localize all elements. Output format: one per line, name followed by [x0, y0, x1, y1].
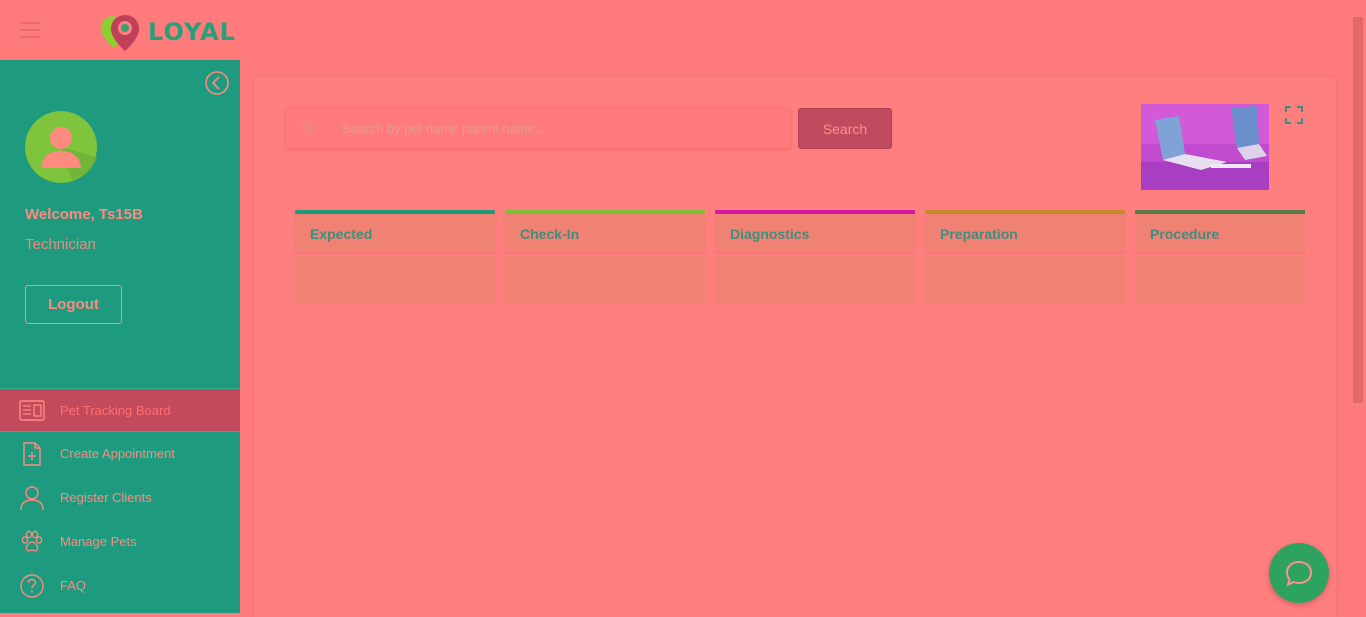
- search-box: [286, 108, 790, 148]
- search-input[interactable]: [342, 118, 772, 138]
- board-column-check-in: Check-In: [505, 210, 705, 304]
- sidebar-item-label: Pet Tracking Board: [60, 403, 171, 418]
- collapse-sidebar-icon[interactable]: [204, 70, 230, 96]
- sidebar-item-pet-tracking-board[interactable]: Pet Tracking Board: [0, 388, 240, 432]
- search-icon: [303, 121, 317, 135]
- board-column-expected: Expected: [295, 210, 495, 304]
- question-icon: [20, 574, 44, 598]
- board-column-procedure: Procedure: [1135, 210, 1305, 304]
- sidebar-item-label: Register Clients: [60, 490, 152, 505]
- sidebar-item-create-appointment[interactable]: Create Appointment: [0, 432, 240, 476]
- add-file-icon: [23, 442, 41, 466]
- sidebar-item-manage-pets[interactable]: Manage Pets: [0, 520, 240, 564]
- sidebar-item-label: Create Appointment: [60, 446, 175, 461]
- page-scrollbar[interactable]: [1350, 0, 1366, 613]
- sidebar-item-label: Manage Pets: [60, 534, 137, 549]
- sidebar-item-register-clients[interactable]: Register Clients: [0, 476, 240, 520]
- column-drop-zone[interactable]: [1135, 256, 1305, 304]
- sidebar: Welcome, Ts15B Technician Logout Pet Tra…: [0, 60, 240, 613]
- column-header: Check-In: [505, 214, 705, 252]
- column-title: Expected: [310, 226, 373, 242]
- search-button[interactable]: Search: [798, 108, 892, 149]
- user-icon: [20, 486, 44, 511]
- column-title: Procedure: [1150, 226, 1220, 242]
- column-drop-zone[interactable]: [925, 256, 1125, 304]
- main-content: Search Expected Check-In: [240, 60, 1350, 617]
- column-drop-zone[interactable]: [295, 256, 495, 304]
- top-bar: LOYAL: [0, 0, 1366, 60]
- board-column-diagnostics: Diagnostics: [715, 210, 915, 304]
- pet-tracking-board-panel: Search Expected Check-In: [254, 77, 1336, 617]
- sidebar-item-label: FAQ: [60, 578, 87, 593]
- column-header: Expected: [295, 214, 495, 252]
- board-column-preparation: Preparation: [925, 210, 1125, 304]
- paw-icon: [21, 530, 43, 552]
- logout-button[interactable]: Logout: [25, 285, 122, 324]
- board-icon: [19, 400, 45, 421]
- welcome-text: Welcome, Ts15B: [25, 206, 143, 223]
- column-title: Diagnostics: [730, 226, 810, 242]
- sidebar-item-faq[interactable]: FAQ: [0, 564, 240, 608]
- user-avatar-icon: [25, 111, 97, 183]
- avatar: [24, 110, 98, 184]
- fullscreen-icon[interactable]: [1285, 106, 1303, 124]
- column-title: Check-In: [520, 226, 580, 242]
- column-drop-zone[interactable]: [715, 256, 915, 304]
- brand-name: LOYAL: [148, 18, 236, 46]
- scrollbar-thumb[interactable]: [1353, 17, 1363, 403]
- laptop-photo-image: [1141, 104, 1269, 190]
- user-role: Technician: [25, 236, 96, 253]
- column-header: Preparation: [925, 214, 1125, 252]
- location-pin-logo-icon: [101, 15, 139, 51]
- sidebar-nav: Pet Tracking Board Create Appointment Re…: [0, 388, 240, 608]
- column-drop-zone[interactable]: [505, 256, 705, 304]
- chat-bubble-icon: [1285, 560, 1313, 587]
- hamburger-menu-icon[interactable]: [20, 22, 40, 38]
- column-title: Preparation: [940, 226, 1018, 242]
- column-header: Diagnostics: [715, 214, 915, 252]
- column-header: Procedure: [1135, 214, 1305, 252]
- chat-launcher-button[interactable]: [1269, 543, 1329, 603]
